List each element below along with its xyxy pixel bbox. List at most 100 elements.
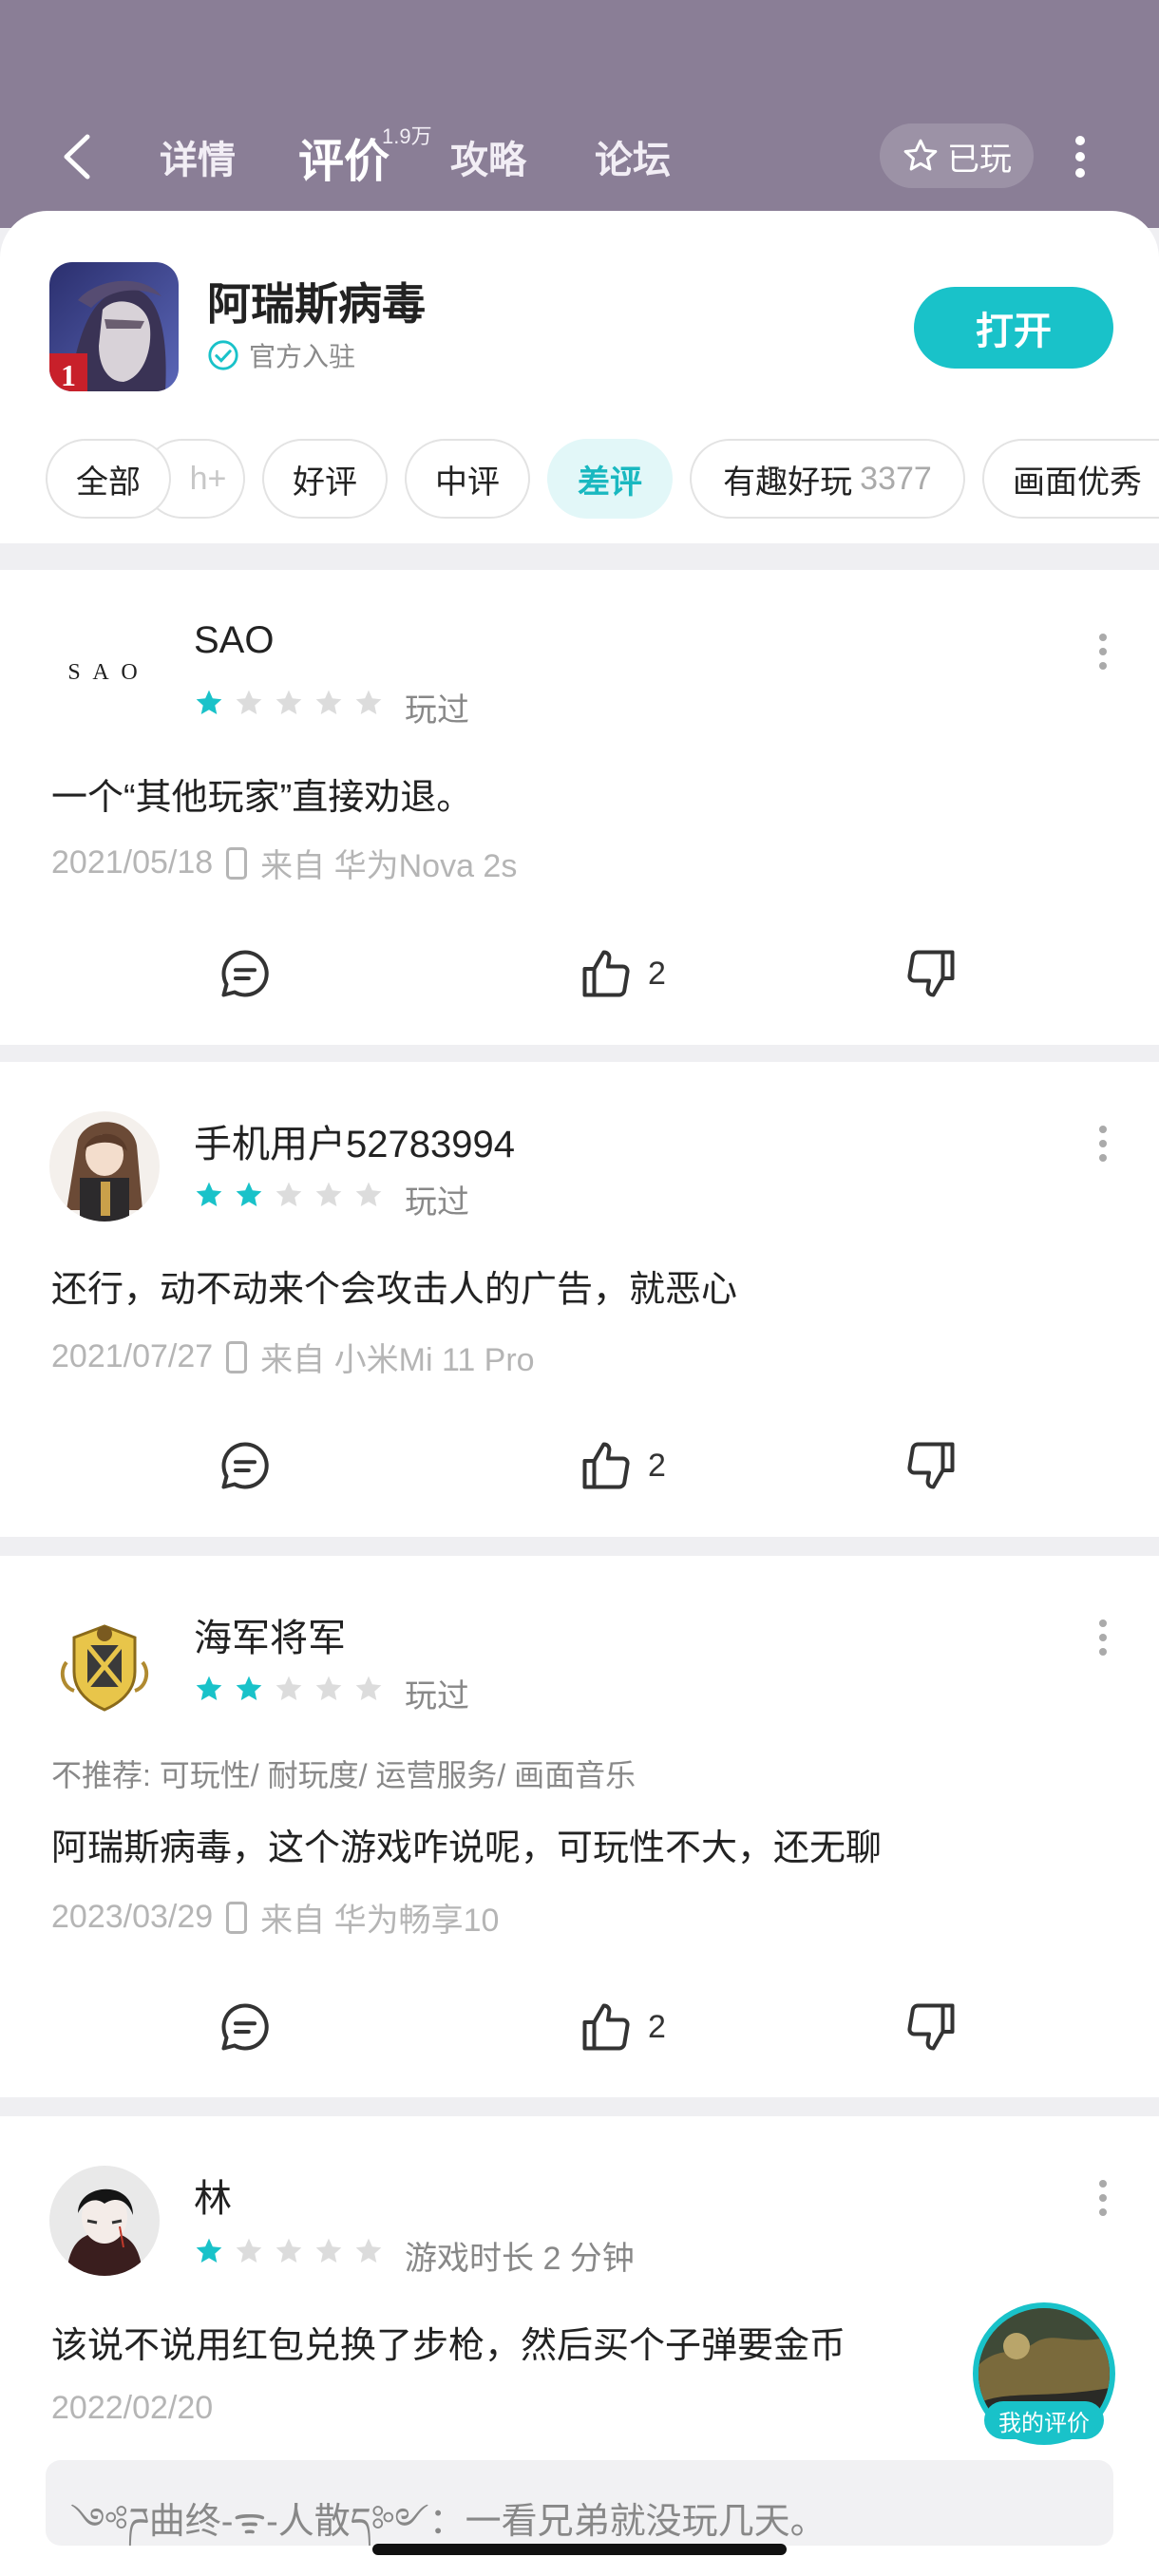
like-count: 2: [648, 1447, 666, 1484]
star-empty-icon: [315, 1676, 342, 1700]
like-button[interactable]: 2: [578, 1437, 666, 1494]
star-empty-icon: [276, 690, 302, 714]
star-empty-icon: [236, 690, 262, 714]
review-date: 2021/07/27: [51, 1338, 214, 1374]
review-text: 还行，动不动来个会攻击人的广告，就恶心: [51, 1270, 738, 1310]
open-button[interactable]: 打开: [914, 287, 1113, 369]
rating-stars: [194, 688, 384, 718]
review-date: 2023/03/29: [51, 1899, 214, 1935]
played-button[interactable]: 已玩: [880, 123, 1034, 188]
thumbs-down-icon: [907, 1442, 955, 1489]
comment-button[interactable]: [217, 1437, 274, 1494]
star-empty-icon: [276, 1676, 302, 1700]
review-card: S A O SAO 玩过 一个“其他玩家”直接劝退。 2021/05/18 来自…: [0, 570, 1159, 1045]
review-date: 2022/02/20: [51, 2390, 214, 2426]
svg-text:1: 1: [61, 358, 76, 391]
username[interactable]: 海军将军: [194, 1607, 346, 1662]
tab-details[interactable]: 详情: [160, 129, 236, 184]
thumbs-up-icon: [582, 1442, 630, 1489]
rating-stars: [194, 1674, 384, 1704]
avatar[interactable]: [49, 1111, 160, 1222]
review-text: 阿瑞斯病毒，这个游戏咋说呢，可玩性不大，还无聊: [51, 1828, 883, 1868]
thumbs-up-icon: [582, 2003, 630, 2051]
avatar[interactable]: S A O: [49, 617, 160, 728]
filter-positive[interactable]: 好评: [262, 439, 388, 519]
star-filled-icon: [196, 2238, 222, 2263]
dislike-button[interactable]: [902, 1437, 960, 1494]
filter-graphics[interactable]: 画面优秀: [982, 439, 1159, 519]
review-tags: 不推荐: 可玩性/ 耐玩度/ 运营服务/ 画面音乐: [51, 1758, 636, 1792]
star-empty-icon: [315, 2238, 342, 2263]
review-text: 一个“其他玩家”直接劝退。: [51, 778, 473, 818]
more-options-icon[interactable]: [1066, 135, 1094, 179]
reply-preview[interactable]: ༺ཌ曲终-ᯤ-人散ད༻：一看兄弟就没玩几天。: [46, 2460, 1113, 2546]
review-more-icon[interactable]: [1092, 633, 1113, 671]
review-meta: 2022/02/20: [51, 2390, 213, 2427]
app-icon[interactable]: 1: [49, 262, 179, 391]
review-device: 来自 华为畅享10: [260, 1903, 500, 1939]
star-empty-icon: [355, 690, 382, 714]
comment-icon: [221, 2003, 269, 2051]
review-more-icon[interactable]: [1092, 2179, 1113, 2217]
rating-stars: [194, 1180, 384, 1210]
star-filled-icon: [196, 1676, 222, 1700]
star-empty-icon: [276, 1182, 302, 1206]
like-button[interactable]: 2: [578, 1998, 666, 2055]
star-empty-icon: [236, 2238, 262, 2263]
dislike-button[interactable]: [902, 945, 960, 1002]
tab-reviews[interactable]: 评价: [298, 123, 390, 190]
review-device: 来自 华为Nova 2s: [260, 848, 518, 884]
comment-button[interactable]: [217, 945, 274, 1002]
star-outline-icon: [903, 139, 938, 171]
played-label: 已玩: [947, 141, 1012, 178]
star-empty-icon: [315, 690, 342, 714]
verified-label: 官方入驻: [249, 342, 356, 371]
like-button[interactable]: 2: [578, 945, 666, 1002]
review-actions: 2: [0, 1998, 1159, 2065]
star-empty-icon: [315, 1182, 342, 1206]
dislike-button[interactable]: [902, 1998, 960, 2055]
app-name: 阿瑞斯病毒: [207, 279, 426, 329]
avatar[interactable]: [49, 1605, 160, 1715]
top-header: 详情 评价 1.9万 攻略 论坛 已玩: [0, 0, 1159, 228]
my-review-label: 我的评价: [984, 2401, 1104, 2439]
filter-all[interactable]: 全部: [46, 439, 171, 519]
username[interactable]: 手机用户52783994: [194, 1113, 515, 1168]
play-status: 玩过: [405, 1184, 469, 1221]
review-more-icon[interactable]: [1092, 1619, 1113, 1657]
comment-button[interactable]: [217, 1998, 274, 2055]
filter-negative[interactable]: 差评: [547, 439, 673, 519]
star-filled-icon: [236, 1676, 262, 1700]
comment-icon: [221, 1442, 269, 1489]
avatar[interactable]: [49, 2166, 160, 2276]
check-circle-icon: [208, 340, 238, 370]
like-count: 2: [648, 2008, 666, 2045]
comment-icon: [221, 950, 269, 997]
filter-neutral[interactable]: 中评: [405, 439, 530, 519]
tab-guides[interactable]: 攻略: [450, 129, 526, 184]
review-meta: 2023/03/29 来自 华为畅享10: [51, 1894, 499, 1941]
star-filled-icon: [196, 1182, 222, 1206]
review-text: 该说不说用红包兑换了步枪，然后买个子弹要金币: [51, 2326, 846, 2366]
thumbs-down-icon: [907, 2003, 955, 2051]
thumbs-down-icon: [907, 950, 955, 997]
username[interactable]: SAO: [194, 619, 274, 662]
review-device: 来自 小米Mi 11 Pro: [260, 1342, 535, 1378]
review-more-icon[interactable]: [1092, 1125, 1113, 1163]
username[interactable]: 林: [194, 2168, 232, 2223]
star-empty-icon: [355, 1182, 382, 1206]
thumbs-up-icon: [582, 950, 630, 997]
home-indicator[interactable]: [372, 2544, 787, 2555]
review-meta: 2021/07/27 来自 小米Mi 11 Pro: [51, 1334, 535, 1380]
star-empty-icon: [276, 2238, 302, 2263]
star-empty-icon: [355, 1676, 382, 1700]
review-meta: 2021/05/18 来自 华为Nova 2s: [51, 840, 517, 886]
review-date: 2021/05/18: [51, 844, 214, 881]
back-arrow-icon[interactable]: [57, 133, 99, 180]
like-count: 2: [648, 955, 666, 992]
filter-fun[interactable]: 有趣好玩 3377: [690, 439, 965, 519]
phone-icon: [226, 1340, 248, 1373]
review-actions: 2: [0, 945, 1159, 1012]
review-actions: 2: [0, 1437, 1159, 1504]
tab-forum[interactable]: 论坛: [595, 129, 671, 184]
